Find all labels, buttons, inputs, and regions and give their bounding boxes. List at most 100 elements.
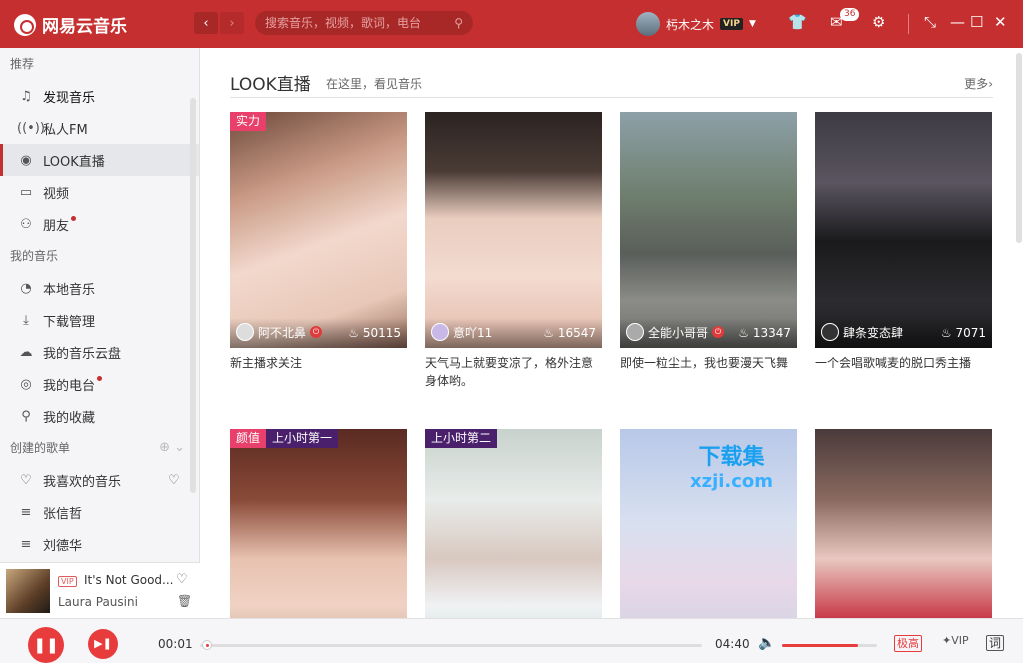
live-description[interactable]: 一个会唱歌喊麦的脱口秀主播 — [815, 354, 992, 390]
live-card[interactable]: 实力 阿不北鼻 ⏻ ♨ 50115 新主播求关注 — [230, 112, 407, 390]
now-playing-panel[interactable]: VIP It's Not Good... Laura Pausini ♡ 🗑 — [0, 562, 200, 618]
live-card[interactable]: 颜值 上小时第一 — [230, 429, 407, 618]
more-link[interactable]: 更多› — [964, 75, 993, 92]
volume-slider[interactable] — [782, 644, 877, 647]
flame-icon: ♨ — [348, 326, 359, 340]
sidebar-item-label: 私人FM — [43, 122, 88, 138]
live-icon: ◉ — [20, 152, 32, 168]
mini-mode-icon[interactable]: ⤡ — [924, 13, 936, 31]
sidebar-item-label: 我喜欢的音乐 — [43, 474, 122, 490]
album-cover[interactable] — [6, 569, 50, 613]
radio-icon: ((•)) — [17, 120, 45, 136]
sidebar-item-playlist[interactable]: ≡ 刘德华 — [0, 528, 199, 560]
chevron-left-icon: ‹ — [203, 15, 209, 31]
progress-handle[interactable] — [201, 640, 212, 650]
pause-icon: ❚❚ — [33, 636, 59, 654]
avatar — [821, 323, 839, 341]
section-title-created-playlists: 创建的歌单 ⊕ ⌄ — [0, 432, 199, 464]
chevron-right-icon: › — [988, 77, 993, 91]
music-note-icon: ♫ — [20, 88, 32, 104]
sidebar-item-fm[interactable]: ((•)) 私人FM — [0, 112, 199, 144]
notification-dot — [97, 375, 103, 381]
main-scrollbar[interactable] — [1016, 53, 1022, 243]
sidebar-item-label: LOOK直播 — [43, 154, 105, 170]
heartbeat-mode-icon[interactable]: ♡ — [168, 473, 180, 488]
live-cover[interactable]: 颜值 上小时第一 — [230, 429, 407, 618]
watermark-line2: xzji.com — [690, 471, 774, 492]
song-artist[interactable]: Laura Pausini — [58, 595, 138, 609]
skin-icon[interactable]: 👕 — [788, 13, 807, 31]
sidebar-item-video[interactable]: ▭ 视频 — [0, 176, 199, 208]
live-description[interactable]: 天气马上就要变凉了，格外注意身体哟。 — [425, 354, 602, 390]
friends-icon: ⚇ — [20, 216, 32, 232]
live-card[interactable]: 肆条变态肆 ♨ 7071 一个会唱歌喊麦的脱口秀主播 — [815, 112, 992, 390]
live-cover[interactable]: 意吖11 ♨ 16547 — [425, 112, 602, 348]
app-logo[interactable]: 网易云音乐 — [14, 12, 127, 37]
add-playlist-icon[interactable]: ⊕ ⌄ — [159, 432, 185, 464]
minimize-icon[interactable]: — — [950, 13, 965, 31]
host-info: 意吖11 — [431, 323, 492, 341]
search-input[interactable]: 搜索音乐，视频，歌词，电台 ⚲ — [255, 11, 473, 35]
heart-icon[interactable]: ♡ — [176, 572, 188, 587]
live-card[interactable]: 全能小哥哥 ⏻ ♨ 13347 即使一粒尘土，我也要漫天飞舞 — [620, 112, 797, 390]
volume-icon[interactable]: 🔈 — [758, 635, 775, 651]
user-name[interactable]: 杇木之木 — [666, 16, 714, 33]
live-cover[interactable]: 下载集 xzji.com — [620, 429, 797, 618]
sidebar-item-cloud[interactable]: ☁ 我的音乐云盘 — [0, 336, 199, 368]
sidebar-item-playlist[interactable]: ≡ 张信哲 — [0, 496, 199, 528]
viewer-count: ♨ 50115 — [348, 326, 401, 340]
live-cover[interactable]: 肆条变态肆 ♨ 7071 — [815, 112, 992, 348]
sidebar-item-friends[interactable]: ⚇ 朋友 — [0, 208, 199, 240]
live-description[interactable]: 即使一粒尘土，我也要漫天飞舞 — [620, 354, 797, 390]
chevron-down-icon[interactable]: ▼ — [749, 19, 756, 29]
trash-icon[interactable]: 🗑 — [177, 594, 192, 608]
next-button[interactable]: ▶❚ — [88, 629, 118, 659]
host-info: 肆条变态肆 — [821, 323, 903, 341]
live-card[interactable]: 上小时第二 — [425, 429, 602, 618]
avatar[interactable] — [636, 12, 660, 36]
live-cover[interactable]: 实力 阿不北鼻 ⏻ ♨ 50115 — [230, 112, 407, 348]
sidebar-scrollbar[interactable] — [190, 98, 196, 493]
sidebar-item-look-live[interactable]: ◉ LOOK直播 — [0, 144, 199, 176]
progress-bar[interactable] — [200, 640, 702, 650]
sidebar-item-local[interactable]: ◔ 本地音乐 — [0, 272, 199, 304]
live-description[interactable]: 新主播求关注 — [230, 354, 407, 390]
sidebar-item-label: 我的收藏 — [43, 410, 96, 426]
quality-button[interactable]: 极高 — [894, 635, 922, 652]
forward-button[interactable]: › — [220, 12, 244, 34]
live-card[interactable]: 下载集 xzji.com — [620, 429, 797, 618]
viewer-count: ♨ 13347 — [738, 326, 791, 340]
search-icon[interactable]: ⚲ — [454, 11, 463, 35]
gear-icon[interactable]: ⚙ — [872, 13, 885, 31]
host-info: 全能小哥哥 ⏻ — [626, 323, 725, 341]
host-name: 意吖11 — [453, 325, 493, 340]
host-name: 全能小哥哥 — [648, 325, 709, 340]
app-title: 网易云音乐 — [42, 17, 127, 37]
user-info[interactable]: 杇木之木 VIP ▼ — [636, 12, 756, 36]
notification-dot — [71, 215, 77, 221]
live-cover[interactable]: 全能小哥哥 ⏻ ♨ 13347 — [620, 112, 797, 348]
live-cover[interactable] — [815, 429, 992, 618]
section-title-text: 创建的歌单 — [10, 441, 71, 455]
close-icon[interactable]: ✕ — [994, 13, 1007, 31]
viewer-count: ♨ 7071 — [941, 326, 986, 340]
sidebar-item-collect[interactable]: ⚲ 我的收藏 — [0, 400, 199, 432]
maximize-icon[interactable]: ☐ — [970, 13, 983, 31]
song-title[interactable]: It's Not Good... — [84, 573, 174, 587]
viewer-count-value: 50115 — [362, 326, 401, 340]
lyric-button[interactable]: 词 — [986, 635, 1005, 651]
sidebar-item-liked[interactable]: ♡ 我喜欢的音乐 ♡ — [0, 464, 199, 496]
back-button[interactable]: ‹ — [194, 12, 218, 34]
pause-button[interactable]: ❚❚ — [28, 627, 64, 663]
sidebar-item-radio[interactable]: ◎ 我的电台 — [0, 368, 199, 400]
main-content: LOOK直播 在这里，看见音乐 更多› 实力 阿不北鼻 ⏻ ♨ 50115 新主播… — [201, 48, 1023, 618]
page-title: LOOK直播 — [230, 75, 311, 95]
live-cover[interactable]: 上小时第二 — [425, 429, 602, 618]
sidebar-item-download[interactable]: ⤓ 下载管理 — [0, 304, 199, 336]
live-card[interactable] — [815, 429, 992, 618]
sidebar-item-discover[interactable]: ♫ 发现音乐 — [0, 80, 199, 112]
vip-effect-icon[interactable]: ✦VIP — [942, 634, 969, 647]
download-icon: ⤓ — [23, 312, 29, 328]
tag-badge: 实力 — [230, 112, 267, 131]
live-card[interactable]: 意吖11 ♨ 16547 天气马上就要变凉了，格外注意身体哟。 — [425, 112, 602, 390]
